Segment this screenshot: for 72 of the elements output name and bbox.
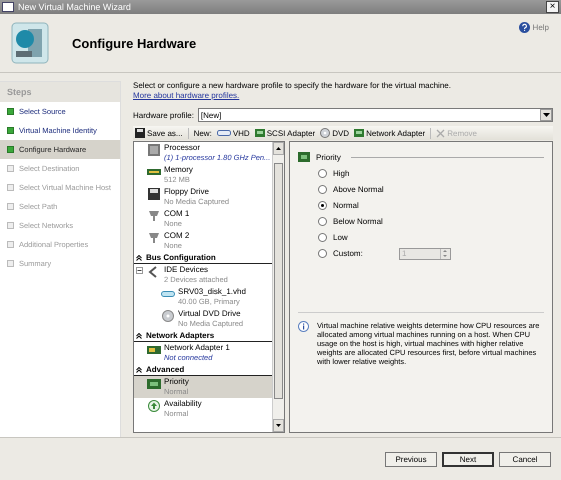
- disc-icon: [320, 128, 330, 138]
- section-title: Bus Configuration: [146, 253, 216, 262]
- radio-label: Custom:: [333, 249, 364, 258]
- item-name: Processor: [164, 143, 202, 153]
- item-name: IDE Devices: [164, 265, 210, 275]
- radio-label: High: [333, 169, 350, 178]
- dropdown-arrow-icon[interactable]: [542, 113, 550, 117]
- wizard-button[interactable]: Cancel: [499, 452, 551, 466]
- radio-label: Below Normal: [333, 217, 384, 226]
- window-title: New Virtual Machine Wizard: [18, 2, 132, 12]
- chevron-icon[interactable]: [136, 332, 142, 338]
- disk-drive-icon: [161, 288, 175, 300]
- profile-dropdown[interactable]: [New]: [198, 108, 553, 122]
- disc-icon: [161, 310, 175, 322]
- section-header[interactable]: Network Adapters: [134, 330, 272, 342]
- section-title: Network Adapters: [146, 331, 214, 340]
- chip-icon: [147, 144, 161, 156]
- toolbar-button[interactable]: Network Adapter: [354, 128, 426, 138]
- port-icon: [147, 232, 161, 244]
- item-name: Network Adapter 1: [164, 343, 230, 353]
- close-button[interactable]: ×: [546, 1, 559, 13]
- port-icon: [147, 210, 161, 222]
- circuit-board-icon: [254, 129, 265, 137]
- intro-text: Select or configure a new hardware profile to specify the hardware for the virtual machine. More about hardware profiles.: [133, 81, 452, 100]
- item-name: COM 2: [164, 231, 190, 241]
- item-name: Floppy Drive: [164, 187, 210, 197]
- toolbar-label: New:: [194, 128, 212, 138]
- radio-button[interactable]: [318, 201, 327, 210]
- radio-button[interactable]: [318, 185, 327, 194]
- help-icon[interactable]: [518, 22, 530, 33]
- scroll-down-icon[interactable]: [276, 424, 281, 427]
- help-link[interactable]: Help: [532, 23, 549, 32]
- item-name: Virtual DVD Drive: [178, 309, 242, 319]
- chevron-icon[interactable]: [136, 366, 142, 372]
- radio-label: Low: [333, 233, 349, 242]
- toolbar-button[interactable]: DVD: [320, 128, 350, 138]
- board-icon: [147, 378, 161, 390]
- section-title: Advanced: [146, 365, 184, 374]
- computer-globe-icon: [10, 21, 50, 65]
- disk-drive-icon: [216, 130, 231, 136]
- item-name: Priority: [164, 377, 189, 387]
- board-icon: [298, 152, 310, 162]
- chevron-icon[interactable]: [136, 254, 142, 260]
- steps-heading: Steps: [0, 81, 120, 102]
- info-icon: [298, 321, 309, 332]
- scrollbar[interactable]: [272, 142, 284, 432]
- toolbar-button[interactable]: VHD: [216, 128, 250, 138]
- window-icon: [2, 2, 14, 12]
- scroll-up-icon[interactable]: [276, 147, 281, 150]
- wizard-button[interactable]: Previous: [385, 452, 437, 466]
- wizard-button[interactable]: Next: [442, 452, 494, 466]
- group-title: Priority: [316, 152, 341, 162]
- item-name: Availability: [164, 399, 202, 409]
- item-name: Memory: [164, 165, 193, 175]
- section-header[interactable]: Bus Configuration: [134, 252, 272, 264]
- item-name: SRV03_disk_1.vhd: [178, 287, 246, 297]
- network-card-icon: [147, 344, 161, 356]
- page-title: Configure Hardware: [72, 36, 198, 50]
- collapse-icon[interactable]: [136, 267, 143, 274]
- field-label: Hardware profile:: [133, 110, 194, 120]
- radio-button[interactable]: [318, 217, 327, 226]
- circuit-board-icon: [354, 129, 364, 137]
- save-as-button[interactable]: Save as...: [135, 128, 183, 138]
- radio-label: Normal: [333, 201, 360, 210]
- cross-icon: [436, 128, 446, 138]
- item-name: COM 1: [164, 209, 190, 219]
- radio-label: Above Normal: [333, 185, 385, 194]
- radio-button[interactable]: [318, 233, 327, 242]
- memory-module-icon: [147, 166, 161, 178]
- help-link[interactable]: More about hardware profiles.: [133, 90, 240, 100]
- radio-button[interactable]: [318, 169, 327, 178]
- toolbar-button[interactable]: SCSI Adapter: [254, 128, 316, 138]
